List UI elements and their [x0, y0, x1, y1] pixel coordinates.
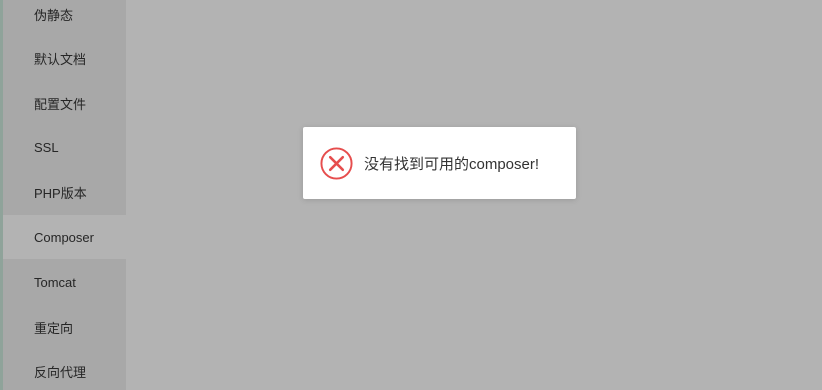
sidebar-item-label: 配置文件: [34, 96, 87, 112]
sidebar-item-label: PHP版本: [34, 185, 87, 201]
sidebar-item-tomcat[interactable]: Tomcat: [3, 260, 126, 304]
sidebar-item-label: 伪静态: [34, 7, 74, 23]
sidebar-item-label: Composer: [34, 229, 94, 245]
sidebar-item-redirect[interactable]: 重定向: [3, 305, 126, 349]
sidebar-item-reverse-proxy[interactable]: 反向代理: [3, 349, 126, 390]
screen: 伪静态 默认文档 配置文件 SSL PHP版本 Composer Tomcat …: [0, 0, 822, 390]
error-message-dialog: 没有找到可用的composer!: [303, 127, 576, 199]
sidebar-item-label: 重定向: [34, 320, 74, 336]
sidebar-item-label: SSL: [34, 139, 59, 155]
sidebar-item-php-version[interactable]: PHP版本: [3, 170, 126, 214]
sidebar-item-default-document[interactable]: 默认文档: [3, 36, 126, 80]
error-message-text: 没有找到可用的composer!: [364, 155, 540, 173]
sidebar-item-label: 反向代理: [34, 364, 87, 380]
sidebar-item-rewrite[interactable]: 伪静态: [3, 0, 126, 36]
error-circle-x-icon: [320, 146, 353, 180]
sidebar: 伪静态 默认文档 配置文件 SSL PHP版本 Composer Tomcat …: [3, 0, 126, 390]
sidebar-item-config-file[interactable]: 配置文件: [3, 81, 126, 125]
sidebar-item-label: Tomcat: [34, 274, 76, 290]
sidebar-item-composer[interactable]: Composer: [3, 215, 126, 259]
sidebar-item-label: 默认文档: [34, 51, 87, 67]
sidebar-item-ssl[interactable]: SSL: [3, 125, 126, 169]
